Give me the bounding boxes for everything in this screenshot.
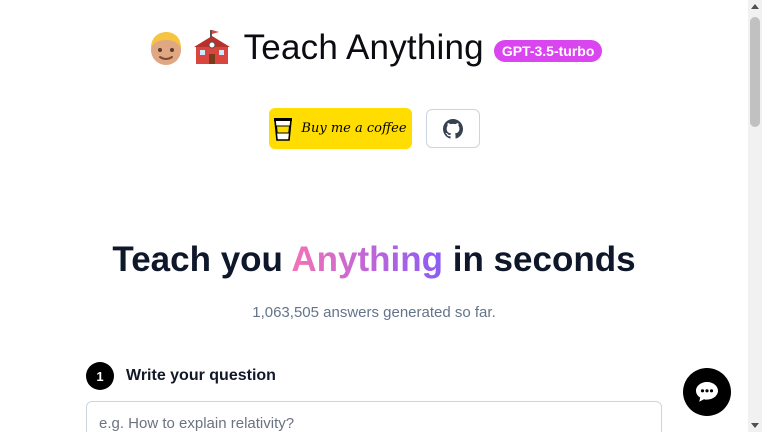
page: Teach Anything GPT-3.5-turbo Buy me a co…	[0, 0, 748, 432]
hero-part-1: Teach you	[112, 240, 292, 279]
vertical-scrollbar[interactable]	[748, 0, 762, 432]
chat-button[interactable]	[683, 368, 731, 416]
github-icon	[442, 118, 463, 139]
hero-highlight: Anything	[291, 240, 443, 279]
header-buttons: Buy me a coffee	[0, 108, 748, 149]
step-label: Write your question	[126, 367, 276, 384]
answers-count: 1,063,505 answers generated so far.	[252, 304, 496, 321]
scroll-down-arrow-icon[interactable]	[751, 423, 759, 428]
hero-heading: Teach you Anything in seconds	[0, 240, 748, 280]
question-input[interactable]	[86, 401, 662, 432]
github-button[interactable]	[425, 109, 480, 148]
scroll-thumb[interactable]	[750, 17, 760, 127]
hero-part-2: in seconds	[443, 240, 636, 279]
step-write-question: 1 Write your question	[86, 362, 276, 390]
buy-me-a-coffee-button[interactable]: Buy me a coffee	[268, 108, 412, 149]
school-icon	[193, 30, 230, 64]
teacher-face-icon	[150, 32, 181, 65]
model-badge: GPT-3.5-turbo	[493, 40, 603, 62]
chat-bubble-icon	[696, 382, 718, 402]
buy-me-a-coffee-label: Buy me a coffee	[301, 121, 407, 136]
header: Teach Anything GPT-3.5-turbo	[0, 28, 748, 68]
coffee-cup-icon	[274, 117, 293, 141]
app-title: Teach Anything	[243, 28, 484, 67]
scroll-up-arrow-icon[interactable]	[751, 4, 759, 9]
step-number: 1	[86, 362, 114, 390]
